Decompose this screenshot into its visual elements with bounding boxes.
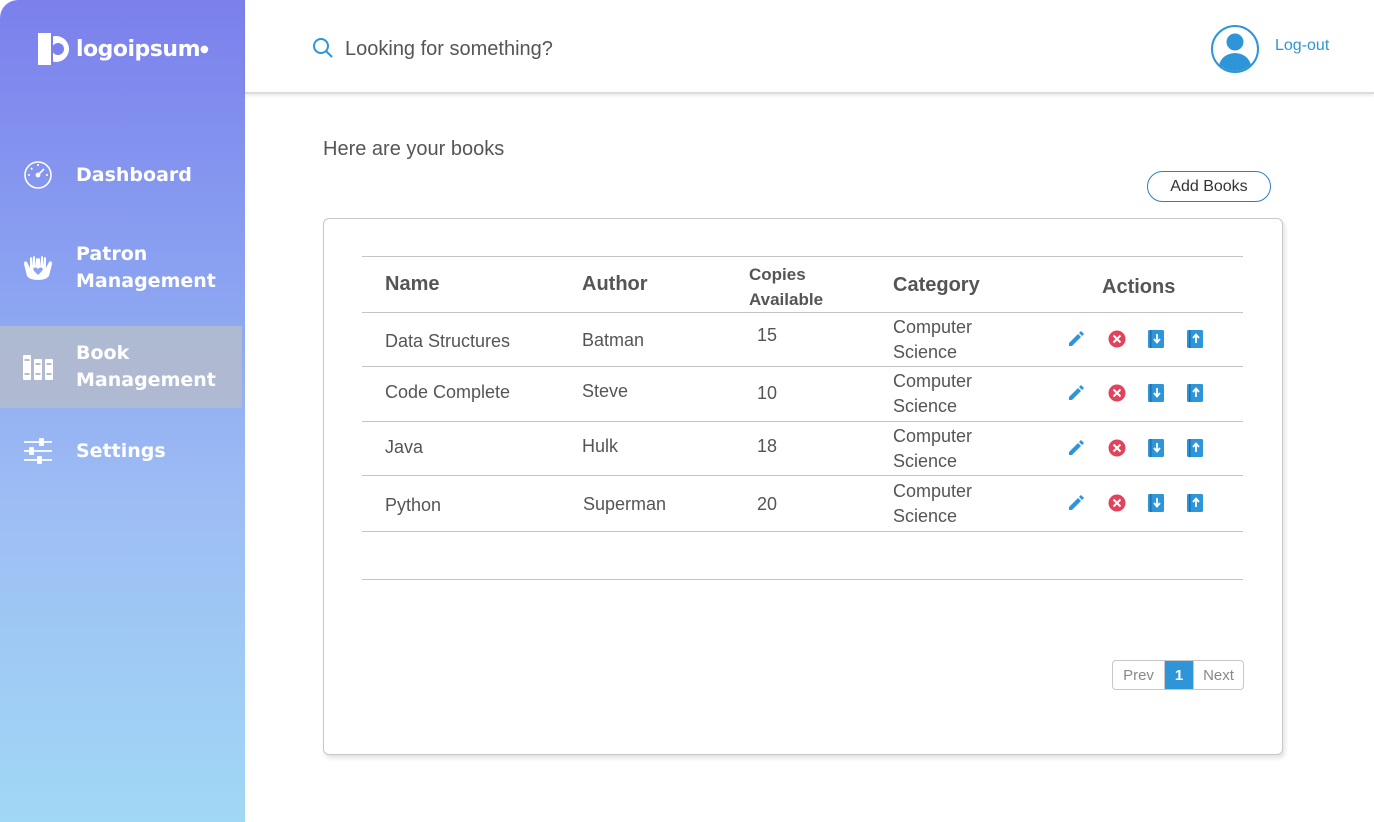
cell-author: Batman bbox=[582, 330, 645, 350]
cell-category: Computer Science bbox=[893, 315, 972, 365]
cell-name: Java bbox=[385, 437, 424, 457]
column-header-copies-line1: Copies bbox=[749, 265, 806, 284]
page-title: Here are your books bbox=[323, 138, 505, 160]
user-avatar-icon bbox=[1218, 33, 1252, 71]
cell-category: Computer Science bbox=[893, 369, 972, 419]
cell-category-line1: Computer bbox=[893, 426, 973, 446]
logo-text: logoipsum bbox=[76, 36, 201, 62]
sidebar-item-label: Patron Management bbox=[76, 241, 216, 295]
download-icon[interactable] bbox=[1146, 383, 1166, 403]
sidebar-item-settings[interactable]: Settings bbox=[0, 430, 245, 472]
delete-icon[interactable] bbox=[1107, 438, 1127, 458]
sidebar-item-label-line1: Book bbox=[76, 342, 130, 364]
edit-icon[interactable] bbox=[1066, 493, 1086, 513]
upload-icon[interactable] bbox=[1185, 493, 1205, 513]
edit-icon[interactable] bbox=[1066, 438, 1086, 458]
cell-copies: 18 bbox=[757, 436, 778, 456]
upload-icon[interactable] bbox=[1185, 438, 1205, 458]
cell-category-line2: Science bbox=[893, 342, 958, 362]
cell-copies: 20 bbox=[757, 494, 778, 514]
cell-copies: 15 bbox=[757, 325, 778, 345]
logo-mark-icon bbox=[38, 31, 70, 67]
cell-category-line1: Computer bbox=[893, 481, 973, 501]
edit-icon[interactable] bbox=[1066, 383, 1086, 403]
delete-icon[interactable] bbox=[1107, 383, 1127, 403]
column-header-author[interactable]: Author bbox=[582, 273, 648, 296]
avatar[interactable] bbox=[1211, 25, 1259, 73]
pagination: Prev 1 Next bbox=[1112, 660, 1244, 690]
cell-category: Computer Science bbox=[893, 424, 972, 474]
cell-copies: 10 bbox=[757, 383, 778, 403]
table-divider bbox=[362, 366, 1243, 367]
sidebar-item-dashboard[interactable]: Dashboard bbox=[0, 155, 245, 195]
table-divider bbox=[362, 312, 1243, 313]
upload-icon[interactable] bbox=[1185, 329, 1205, 349]
sliders-icon bbox=[22, 435, 54, 467]
table-divider bbox=[362, 531, 1243, 532]
sidebar-item-label: Dashboard bbox=[76, 163, 192, 186]
download-icon[interactable] bbox=[1146, 329, 1166, 349]
download-icon[interactable] bbox=[1146, 493, 1166, 513]
prev-page-button[interactable]: Prev bbox=[1113, 661, 1165, 689]
sidebar-item-patron-management[interactable]: Patron Management bbox=[0, 240, 245, 296]
add-books-button[interactable]: Add Books bbox=[1147, 171, 1271, 202]
logo[interactable]: logoipsum ● bbox=[38, 31, 209, 67]
search-icon[interactable] bbox=[312, 37, 334, 63]
cell-category-line2: Science bbox=[893, 451, 958, 471]
column-header-copies-line2: Available bbox=[749, 290, 824, 309]
hands-heart-icon bbox=[22, 252, 54, 284]
cell-category-line2: Science bbox=[893, 506, 958, 526]
cell-author: Steve bbox=[582, 381, 629, 401]
logout-link[interactable]: Log-out bbox=[1275, 37, 1329, 55]
column-header-category[interactable]: Category bbox=[893, 274, 980, 297]
sidebar: logoipsum ● Dashboard Patron Management … bbox=[0, 0, 245, 822]
download-icon[interactable] bbox=[1146, 438, 1166, 458]
top-bar: Log-out bbox=[245, 0, 1374, 94]
table-divider bbox=[362, 475, 1243, 476]
edit-icon[interactable] bbox=[1066, 329, 1086, 349]
cell-name: Data Structures bbox=[385, 331, 511, 351]
books-icon bbox=[22, 351, 54, 383]
cell-author: Superman bbox=[583, 494, 667, 514]
sidebar-item-label-line2: Management bbox=[76, 369, 216, 391]
column-header-copies[interactable]: Copies Available bbox=[749, 262, 823, 312]
cell-category-line2: Science bbox=[893, 396, 958, 416]
table-divider bbox=[362, 421, 1243, 422]
sidebar-item-label: Settings bbox=[76, 439, 166, 462]
current-page-button[interactable]: 1 bbox=[1165, 661, 1193, 689]
cell-author: Hulk bbox=[582, 436, 619, 456]
sidebar-item-label-line1: Patron bbox=[76, 243, 148, 265]
sidebar-item-label-line2: Management bbox=[76, 270, 216, 292]
column-header-actions: Actions bbox=[1102, 276, 1176, 298]
delete-icon[interactable] bbox=[1107, 493, 1127, 513]
sidebar-item-label: Book Management bbox=[76, 340, 216, 394]
delete-icon[interactable] bbox=[1107, 329, 1127, 349]
cell-name: Python bbox=[385, 495, 442, 515]
cell-category-line1: Computer bbox=[893, 317, 973, 337]
logo-dot: ● bbox=[200, 43, 209, 55]
speedometer-icon bbox=[22, 159, 54, 191]
sidebar-item-book-management[interactable]: Book Management bbox=[0, 326, 242, 408]
search-input[interactable] bbox=[345, 30, 945, 68]
upload-icon[interactable] bbox=[1185, 383, 1205, 403]
cell-category: Computer Science bbox=[893, 479, 972, 529]
cell-category-line1: Computer bbox=[893, 371, 973, 391]
next-page-button[interactable]: Next bbox=[1193, 661, 1243, 689]
table-divider bbox=[362, 256, 1243, 257]
cell-name: Code Complete bbox=[385, 382, 511, 402]
table-divider bbox=[362, 579, 1243, 580]
column-header-name[interactable]: Name bbox=[385, 273, 439, 296]
